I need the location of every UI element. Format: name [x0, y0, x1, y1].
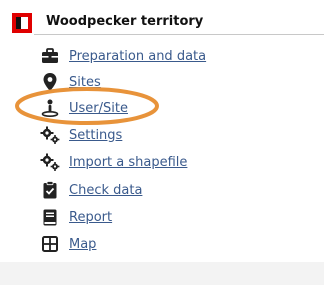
menu-item-label[interactable]: Settings — [69, 128, 122, 143]
toolbox-icon — [40, 46, 60, 66]
menu-item-label[interactable]: Sites — [69, 75, 101, 90]
menu-item-check-data[interactable]: Check data — [40, 179, 280, 201]
menu-item-import-shapefile[interactable]: Import a shapefile — [40, 151, 280, 173]
gears-icon — [40, 125, 60, 145]
menu-item-label[interactable]: Report — [69, 210, 112, 225]
header-divider — [34, 34, 324, 35]
menu-item-label[interactable]: User/Site — [69, 101, 128, 116]
app-logo-icon — [12, 13, 32, 33]
menu-item-user-site[interactable]: User/Site — [40, 97, 280, 119]
map-pin-icon — [40, 72, 60, 92]
app-title: Woodpecker territory — [46, 14, 204, 29]
menu-item-report[interactable]: Report — [40, 206, 280, 228]
menu-item-label[interactable]: Preparation and data — [69, 49, 206, 64]
menu-item-label[interactable]: Check data — [69, 183, 142, 198]
person-location-icon — [40, 98, 60, 118]
book-icon — [40, 207, 60, 227]
panel-footer-band — [0, 262, 324, 285]
panel-header: Woodpecker territory — [12, 10, 324, 36]
menu-item-map[interactable]: Map — [40, 233, 280, 255]
menu-item-preparation-and-data[interactable]: Preparation and data — [40, 45, 280, 67]
menu-item-label[interactable]: Map — [69, 237, 96, 252]
menu-item-settings[interactable]: Settings — [40, 124, 280, 146]
gears-icon — [40, 152, 60, 172]
menu-item-sites[interactable]: Sites — [40, 71, 280, 93]
clipboard-check-icon — [40, 180, 60, 200]
sidebar-panel: Woodpecker territory Preparation and dat… — [0, 0, 324, 285]
menu-item-label[interactable]: Import a shapefile — [69, 155, 187, 170]
grid-icon — [40, 234, 60, 254]
